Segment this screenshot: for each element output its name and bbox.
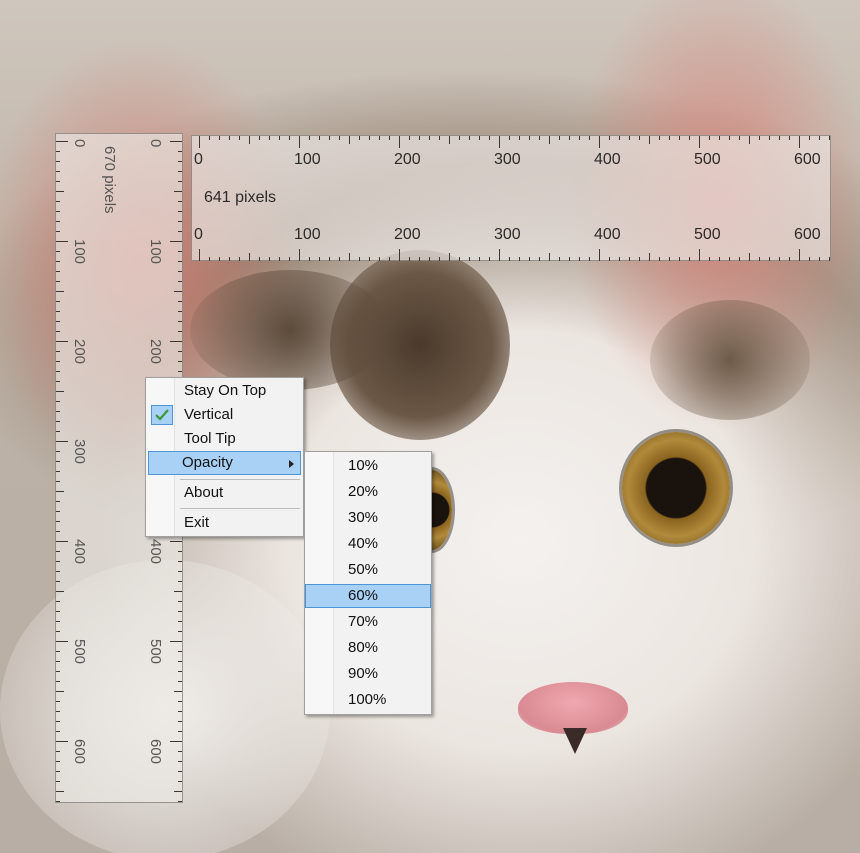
opacity-option-90[interactable]: 90%: [307, 662, 429, 686]
ruler-label-right: 0: [147, 139, 164, 148]
ruler-label-right: 200: [147, 339, 164, 365]
opacity-submenu: 10% 20% 30% 40% 50% 60% 70% 80% 90% 100%: [304, 451, 432, 715]
menu-item-label: 80%: [348, 639, 379, 656]
opacity-option-10[interactable]: 10%: [307, 454, 429, 478]
ruler-label-left: 200: [71, 339, 88, 365]
ruler-label-right: 600: [147, 739, 164, 765]
ruler-ticks-top: [199, 136, 830, 148]
menu-item-exit[interactable]: Exit: [148, 511, 301, 535]
opacity-option-20[interactable]: 20%: [307, 480, 429, 504]
cat-nose: [518, 682, 628, 734]
ruler-size-label: 670 pixels: [101, 146, 118, 214]
menu-item-label: About: [184, 484, 224, 501]
menu-item-about[interactable]: About: [148, 481, 301, 505]
menu-item-label: 90%: [348, 665, 379, 682]
horizontal-ruler[interactable]: 0 100 200 300 400 500 600 641 pixels 0 1…: [191, 135, 831, 261]
ruler-label-top: 500: [694, 151, 721, 168]
ruler-label-right: 100: [147, 239, 164, 265]
ruler-label-bottom: 0: [194, 226, 203, 243]
menu-separator: [180, 508, 300, 509]
ruler-label-left: 300: [71, 439, 88, 465]
menu-separator: [180, 479, 300, 480]
opacity-option-40[interactable]: 40%: [307, 532, 429, 556]
ruler-label-left: 500: [71, 639, 88, 665]
menu-item-label: Stay On Top: [184, 382, 267, 399]
menu-item-label: 40%: [348, 535, 379, 552]
menu-item-tool-tip[interactable]: Tool Tip: [148, 427, 301, 451]
ruler-label-top: 300: [494, 151, 521, 168]
menu-item-label: 100%: [348, 691, 387, 708]
menu-item-label: 70%: [348, 613, 379, 630]
opacity-option-50[interactable]: 50%: [307, 558, 429, 582]
menu-item-label: Tool Tip: [184, 430, 236, 447]
ruler-label-bottom: 200: [394, 226, 421, 243]
ruler-label-bottom: 100: [294, 226, 321, 243]
ruler-label-bottom: 400: [594, 226, 621, 243]
ruler-label-top: 100: [294, 151, 321, 168]
menu-item-stay-on-top[interactable]: Stay On Top: [148, 379, 301, 403]
menu-item-label: 50%: [348, 561, 379, 578]
ruler-label-top: 0: [194, 151, 203, 168]
menu-item-label: 20%: [348, 483, 379, 500]
cat-mouth: [563, 728, 587, 754]
check-icon: [151, 405, 173, 425]
menu-item-label: 60%: [348, 587, 379, 604]
ruler-label-left: 0: [71, 139, 88, 148]
opacity-option-60[interactable]: 60%: [305, 584, 431, 608]
ruler-label-bottom: 300: [494, 226, 521, 243]
fur-patch: [650, 300, 810, 420]
ruler-label-right: 500: [147, 639, 164, 665]
ruler-label-left: 100: [71, 239, 88, 265]
cat-eye-right: [622, 432, 730, 544]
ruler-label-left: 600: [71, 739, 88, 765]
ruler-ticks-bottom: [199, 249, 830, 261]
menu-item-label: 30%: [348, 509, 379, 526]
ruler-label-right: 400: [147, 539, 164, 565]
ruler-label-bottom: 500: [694, 226, 721, 243]
menu-item-label: Vertical: [184, 406, 234, 423]
opacity-option-70[interactable]: 70%: [307, 610, 429, 634]
context-menu: Stay On Top Vertical Tool Tip Opacity Ab…: [145, 377, 304, 537]
ruler-label-left: 400: [71, 539, 88, 565]
menu-item-label: 10%: [348, 457, 379, 474]
opacity-option-30[interactable]: 30%: [307, 506, 429, 530]
fur-patch: [190, 270, 390, 390]
ruler-label-top: 200: [394, 151, 421, 168]
ruler-label-top: 600: [794, 151, 821, 168]
submenu-arrow-icon: [289, 460, 294, 468]
menu-item-opacity[interactable]: Opacity: [148, 451, 301, 475]
opacity-option-100[interactable]: 100%: [307, 688, 429, 712]
ruler-label-top: 400: [594, 151, 621, 168]
menu-item-vertical[interactable]: Vertical: [148, 403, 301, 427]
ruler-label-bottom: 600: [794, 226, 821, 243]
ruler-ticks-left: [56, 141, 68, 802]
menu-item-label: Opacity: [182, 454, 233, 471]
menu-item-label: Exit: [184, 514, 210, 531]
ruler-size-label: 641 pixels: [204, 189, 277, 206]
opacity-option-80[interactable]: 80%: [307, 636, 429, 660]
